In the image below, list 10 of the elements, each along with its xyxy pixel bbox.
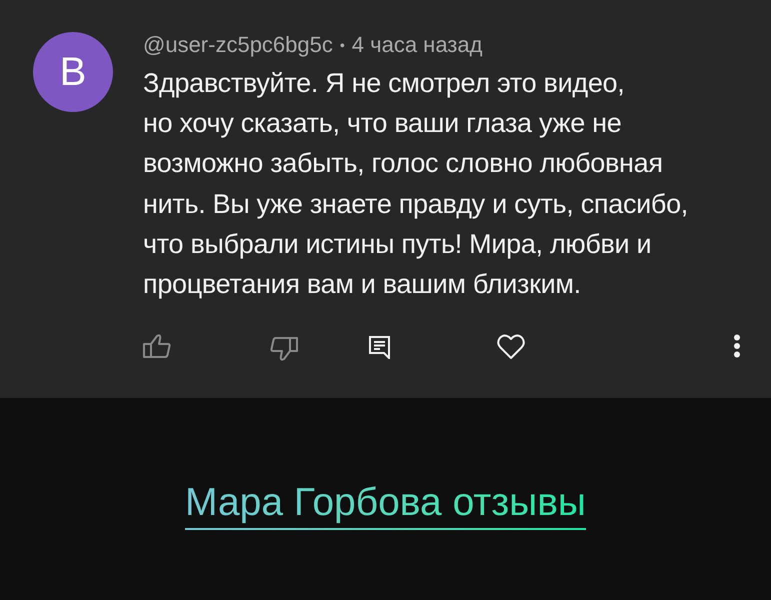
- avatar[interactable]: B: [33, 32, 113, 112]
- thumbs-down-icon[interactable]: [270, 336, 298, 362]
- comment-icon[interactable]: [369, 336, 390, 360]
- author-name[interactable]: @user-zc5pc6bg5c: [143, 31, 333, 59]
- more-options-icon[interactable]: [733, 334, 741, 358]
- heart-icon[interactable]: [497, 334, 525, 360]
- comment-text: Здравствуйте. Я не смотрел это видео, но хочу сказать, что ваши глаза уже не возможно забыть, голос словно любовная нить. Вы уже знаете правду и суть, спасибо, что выбрали истины путь! Мира, любви и процветания вам и вашим близким.: [143, 67, 688, 302]
- comment-time: 4 часа назад: [352, 31, 482, 59]
- thumbs-up-icon[interactable]: [143, 333, 171, 360]
- separator-dot: •: [340, 36, 345, 55]
